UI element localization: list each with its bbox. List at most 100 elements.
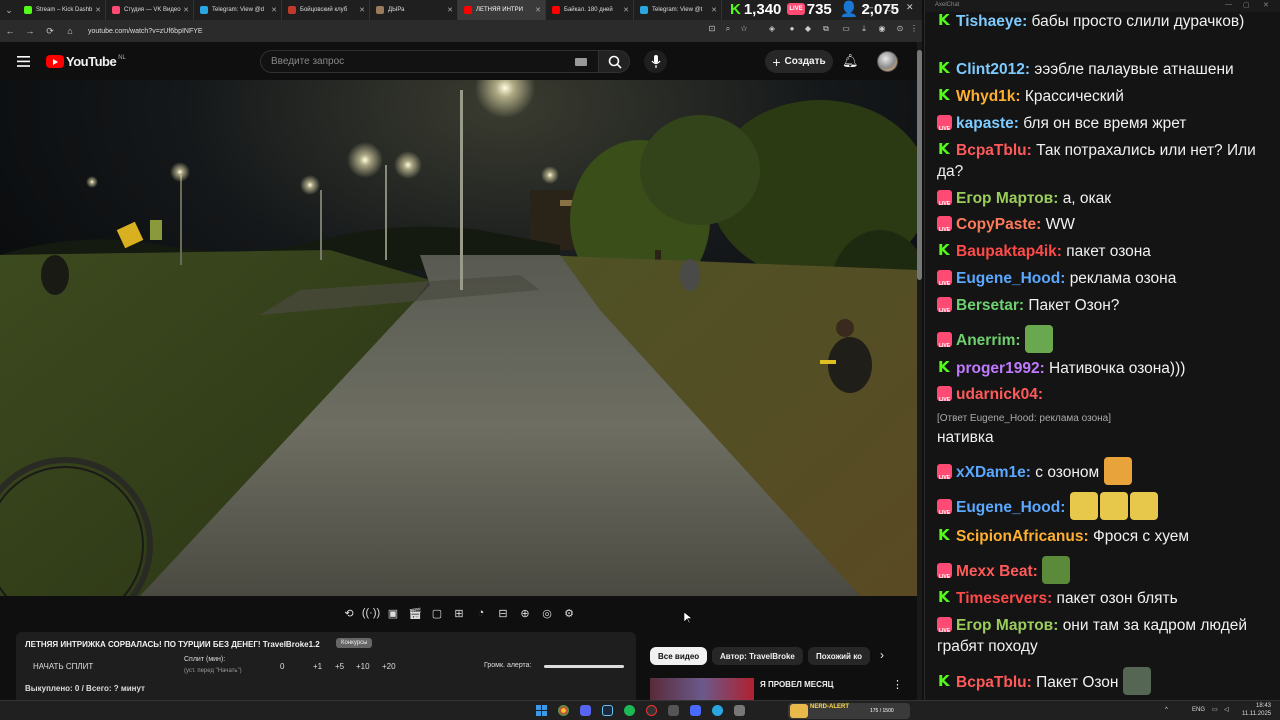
chat-nickname[interactable]: Clint2012: — [956, 61, 1030, 78]
extension-icon[interactable]: ◈ — [766, 24, 778, 36]
app-icon[interactable] — [668, 705, 679, 716]
clock-date[interactable]: 11.11.2025 — [1242, 711, 1271, 717]
page-scrollbar[interactable] — [917, 42, 922, 700]
recommended-title[interactable]: Я ПРОВЕЛ МЕСЯЦ — [760, 680, 834, 689]
account-icon[interactable]: ⊙ — [894, 24, 906, 36]
video-player[interactable] — [0, 80, 917, 596]
browser-tab[interactable]: Stream – Kick Dashb ✕ — [18, 0, 106, 20]
download-icon[interactable]: ⤓ — [858, 24, 870, 36]
profile-icon[interactable]: ◉ — [876, 24, 888, 36]
chip-all-videos[interactable]: Все видео — [650, 647, 708, 665]
browser-tab[interactable]: Telegram: View @t ✕ — [634, 0, 722, 20]
cinema-mode-icon[interactable]: ⊞ — [450, 604, 468, 622]
more-options-icon[interactable]: ⋮ — [892, 678, 903, 691]
extension-icon[interactable]: ● — [786, 24, 798, 36]
zoom-icon[interactable]: ⌕ — [722, 24, 734, 36]
contest-badge[interactable]: Конкурсы — [336, 638, 373, 648]
forward-icon[interactable]: → — [20, 26, 40, 36]
chat-nickname[interactable]: BcpaTblu: — [956, 674, 1032, 691]
tab-search-icon[interactable]: ⌄ — [0, 0, 18, 20]
tab-close-icon[interactable]: ✕ — [711, 6, 717, 14]
obs-icon[interactable] — [646, 705, 657, 716]
increment-button[interactable]: +10 — [356, 662, 370, 671]
puzzle-icon[interactable]: ⧉ — [820, 24, 832, 36]
hamburger-menu-icon[interactable] — [17, 54, 30, 72]
tab-close-icon[interactable]: ✕ — [271, 6, 277, 14]
bookmark-icon[interactable]: ☆ — [738, 24, 750, 36]
tab-close-icon[interactable]: ✕ — [447, 6, 453, 14]
chat-nickname[interactable]: Eugene_Hood: — [956, 499, 1065, 516]
split-value[interactable]: 0 — [280, 662, 284, 671]
discord-icon[interactable] — [580, 705, 591, 716]
back-icon[interactable]: ← — [0, 26, 20, 36]
browser-tab[interactable]: Telegram: View @d ✕ — [194, 0, 282, 20]
picture-icon[interactable]: ▢ — [428, 604, 446, 622]
close-icon[interactable]: ✕ — [906, 2, 914, 13]
chat-nickname[interactable]: Mexx Beat: — [956, 563, 1038, 580]
resize-icon[interactable]: ⊟ — [494, 604, 512, 622]
browser-tab[interactable]: Байкал. 180 дней ✕ — [546, 0, 634, 20]
chat-nickname[interactable]: Егор Мартов: — [956, 617, 1058, 634]
home-icon[interactable]: ⌂ — [60, 26, 80, 36]
chat-nickname[interactable]: Whyd1k: — [956, 88, 1021, 105]
increment-button[interactable]: +1 — [313, 662, 322, 671]
browser-tab[interactable]: ДЫРа ✕ — [370, 0, 458, 20]
tab-close-icon[interactable]: ✕ — [623, 6, 629, 14]
app-icon[interactable] — [690, 705, 701, 716]
tab-close-icon[interactable]: ✕ — [95, 6, 101, 14]
camera-icon[interactable]: ◎ — [538, 604, 556, 622]
menu-kebab-icon[interactable]: ⋮ — [908, 24, 920, 36]
clock-time[interactable]: 18:43 — [1256, 703, 1271, 709]
gear-icon[interactable]: ⚙ — [560, 604, 578, 622]
maximize-icon[interactable]: ▢ — [886, 2, 895, 13]
chat-nickname[interactable]: Егор Мартов: — [956, 190, 1058, 207]
chrome-icon[interactable] — [558, 705, 569, 716]
minimize-icon[interactable]: — — [864, 2, 873, 12]
alert-volume-slider[interactable] — [544, 665, 624, 668]
chat-nickname[interactable]: Bersetar: — [956, 297, 1024, 314]
screenshot-settings-icon[interactable]: ▣ — [384, 604, 402, 622]
speed-icon[interactable]: ◔ — [472, 604, 490, 622]
chat-close-icon[interactable]: ✕ — [1263, 1, 1269, 9]
increment-button[interactable]: +5 — [335, 662, 344, 671]
tab-close-icon[interactable]: ✕ — [183, 6, 189, 14]
chat-maximize-icon[interactable]: ▢ — [1243, 1, 1250, 9]
voice-search-button[interactable] — [644, 50, 667, 73]
chat-nickname[interactable]: proger1992: — [956, 360, 1045, 377]
chat-nickname[interactable]: ScipionAfricanus: — [956, 528, 1089, 545]
recommended-thumbnail[interactable] — [650, 678, 754, 700]
chat-nickname[interactable]: kapaste: — [956, 115, 1019, 132]
create-button[interactable]: + Создать — [765, 50, 833, 73]
chip-similar[interactable]: Похожий ко — [808, 647, 870, 665]
tray-chevron-icon[interactable]: ^ — [1165, 707, 1168, 713]
nerd-alert-widget[interactable]: NERD-ALERT 175 / 1500 — [788, 703, 910, 719]
install-icon[interactable]: ⊡ — [706, 24, 718, 36]
start-split-button[interactable]: НАЧАТЬ СПЛИТ — [33, 662, 93, 671]
chat-nickname[interactable]: CopyPaste: — [956, 216, 1041, 233]
chat-nickname[interactable]: Baupaktap4ik: — [956, 243, 1062, 260]
chat-nickname[interactable]: Eugene_Hood: — [956, 270, 1065, 287]
chat-nickname[interactable]: udarnick04: — [956, 386, 1043, 403]
steam-icon[interactable] — [602, 705, 613, 716]
search-button[interactable] — [598, 50, 630, 73]
browser-tab[interactable]: ЛЕТНЯЯ ИНТРИ ✕ — [458, 0, 546, 20]
tab-close-icon[interactable]: ✕ — [535, 6, 541, 14]
sidepanel-icon[interactable]: ▭ — [840, 24, 852, 36]
chat-nickname[interactable]: BcpaTblu: — [956, 142, 1032, 159]
chevron-right-icon[interactable]: › — [880, 648, 884, 662]
browser-tab[interactable]: Бойцовский клуб ✕ — [282, 0, 370, 20]
telegram-icon[interactable] — [712, 705, 723, 716]
broadcast-icon[interactable]: ((·)) — [362, 604, 380, 622]
windows-start-icon[interactable] — [536, 705, 547, 716]
extension-icon[interactable]: ◆ — [802, 24, 814, 36]
chat-nickname[interactable]: Timeservers: — [956, 590, 1052, 607]
chat-nickname[interactable]: Anerrim: — [956, 332, 1021, 349]
browser-tab[interactable]: Студия — VK Видео ✕ — [106, 0, 194, 20]
notifications-bell-icon[interactable]: 🔔︎ — [842, 53, 859, 69]
reload-icon[interactable]: ⟳ — [40, 26, 60, 37]
clapper-icon[interactable]: 🎬︎ — [406, 604, 424, 622]
url-field[interactable]: youtube.com/watch?v=zUf6bpINFYE — [88, 28, 203, 35]
spotify-icon[interactable] — [624, 705, 635, 716]
loop-icon[interactable]: ⟲ — [340, 604, 358, 622]
volume-icon[interactable]: ◁ — [1224, 706, 1229, 713]
